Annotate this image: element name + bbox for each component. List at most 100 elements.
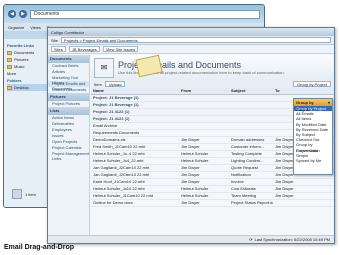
table-row[interactable]: Outline for Demo.docx Jim Dwyer Project St…	[91, 200, 334, 207]
sync-icon: ⟳	[249, 237, 253, 242]
cell-subject: Quote Request	[231, 165, 258, 170]
table-row[interactable]: Helmut Schuler_Jo10 22.mht Helmut Schuler…	[91, 186, 334, 193]
fav-label: Pictures	[14, 57, 29, 62]
cell-from: Jim Dwyer	[181, 179, 200, 184]
cell-from: Helmut Schuler	[181, 158, 209, 163]
fav-label: More	[7, 71, 17, 76]
cell-name: Helmut Schuler_Jo4_22.mht	[93, 158, 144, 163]
chevron-down-icon: ▾	[327, 100, 330, 105]
back-icon[interactable]: ◀	[8, 10, 16, 18]
favorite-links-header: Favorite Links	[7, 43, 35, 48]
cell-from	[179, 123, 229, 129]
col-subject[interactable]: Subject	[229, 88, 273, 94]
cell-name: Email Archive	[93, 123, 118, 128]
cell-subject	[229, 102, 273, 108]
app-title: Colligo Contributor	[51, 29, 85, 35]
cell-to: Jim Dwyer	[275, 186, 294, 191]
site-select[interactable]: JB Beverages	[68, 46, 100, 52]
cell-name: DemoDomains.xls	[93, 137, 126, 142]
explorer-titlebar: ◀ ▶ Documents	[4, 5, 264, 23]
col-name[interactable]: Name	[91, 88, 179, 94]
cell-name: Helmut Schuler_Jo..4 22.mht	[93, 151, 145, 156]
group-menu-header[interactable]: Group by Project ▾	[294, 99, 332, 112]
library-icon: ✉	[94, 57, 114, 78]
item-label: Item	[94, 81, 102, 87]
fav-more[interactable]: More	[7, 70, 49, 77]
cell-to: Jim Dwyer	[275, 193, 294, 198]
organize-button[interactable]: Organize	[8, 25, 24, 30]
caption: Email Drag-and-Drop	[4, 244, 75, 251]
folder-icon	[7, 50, 12, 55]
table-row[interactable]: Karie Hoof_J1Cam10 22.mht Jim Dwyer Invoic…	[91, 179, 334, 186]
forward-icon[interactable]: ▶	[19, 10, 27, 18]
cell-subject: Invoice	[231, 179, 244, 184]
cell-from: Jim Dwyer	[181, 200, 200, 205]
app-titlebar: Colligo Contributor	[48, 28, 334, 36]
views-button[interactable]: Views	[30, 25, 41, 30]
group-option[interactable]: By Modified Date	[294, 122, 332, 127]
fav-documents[interactable]: Documents	[7, 49, 49, 56]
cell-from: Jim Dwyer	[181, 165, 200, 170]
fav-pictures[interactable]: Pictures	[7, 56, 49, 63]
nav-documents-header: Documents	[48, 55, 89, 63]
nav-project-mgmt-links[interactable]: Project Management Links	[48, 151, 89, 161]
breadcrumb-path[interactable]: Projects > Project Emails and Documents	[60, 37, 331, 43]
navigation-pane: Favorite Links Documents Pictures Music …	[4, 39, 52, 207]
item-count: 1 item	[25, 191, 36, 197]
address-bar[interactable]: Documents	[30, 9, 260, 19]
fav-label: Music	[14, 64, 25, 69]
group-menu-title: Group by Project	[296, 100, 314, 112]
sync-status: Last Synchronization: 6/22/2008 10:49 PM	[254, 237, 330, 242]
cell-name: Jan Gagliardi_J2Cam10 22.mht	[93, 172, 150, 177]
cell-name: Requirements Documents	[93, 130, 140, 135]
view-issues-button[interactable]: View Site Issues	[102, 46, 139, 52]
folder-label: Desktop	[14, 85, 29, 90]
left-nav: Documents Contract Briefs Articles Marke…	[48, 55, 90, 243]
cell-from: Helmut Schuler	[181, 193, 209, 198]
cell-subject	[229, 109, 273, 115]
cell-subject: Project Status Report.docx	[231, 200, 273, 205]
group-by-menu[interactable]: Group by Project ▾ Group by ProjectAll Em…	[293, 98, 333, 175]
cell-from: Helmut Schuler	[181, 151, 209, 156]
cell-name: Helmut Schuler_Jo10 22.mht	[93, 186, 145, 191]
cell-name: Helmut Schuler_J1Cam10 22.mht	[93, 193, 154, 198]
cell-from	[179, 116, 229, 122]
cell-name: Project: J1 Beverage (1)	[93, 102, 139, 107]
fav-music[interactable]: Music	[7, 63, 49, 70]
cell-name: Project: J1 4122 (1)	[93, 109, 130, 114]
cell-subject: Notification	[231, 172, 251, 177]
cell-subject	[229, 130, 273, 136]
fav-label: Documents	[14, 50, 35, 55]
cell-from: Helmut Schuler	[181, 186, 209, 191]
cell-name: Karie Hoof_J1Cam10 22.mht	[93, 179, 145, 184]
group-options: Group by Project All Emails All Items By Mo…	[294, 106, 332, 163]
group-by-select[interactable]: Group by Project	[292, 81, 331, 87]
group-option[interactable]: Synced by Me	[294, 158, 332, 163]
col-to[interactable]: To	[273, 88, 323, 94]
cell-name: Fred Smith_J1Cam10 22.mht	[93, 144, 146, 149]
cell-subject	[229, 95, 273, 101]
folder-icon	[7, 57, 12, 62]
site-label: Site	[51, 37, 58, 43]
upload-select[interactable]: Upload	[104, 81, 126, 87]
cell-from: Jim Dwyer	[181, 172, 200, 177]
cell-subject: Domain addresses	[231, 137, 265, 142]
table-row[interactable]: Helmut Schuler_J1Cam10 22.mht Helmut Schu…	[91, 193, 334, 200]
cell-subject: Lighting Confirm...	[231, 158, 264, 163]
sites-button[interactable]: Sites	[51, 46, 66, 52]
cell-subject	[229, 116, 273, 122]
cell-subject: Team Meeting	[231, 193, 257, 198]
folder-desktop[interactable]: Desktop	[7, 84, 49, 91]
folder-icon	[7, 85, 12, 90]
breadcrumb: Site Projects > Project Emails and Docume…	[48, 36, 334, 45]
app-toolbar: Sites JB Beverages View Site Issues	[48, 45, 334, 54]
item-count-tile: 1 item	[12, 187, 50, 201]
cell-name: Jan Gagliardi_J2Cam10 22.mht	[93, 165, 150, 170]
col-from[interactable]: From	[179, 88, 229, 94]
folders-header[interactable]: Folders	[7, 77, 49, 84]
nav-pictures-header: Pictures	[48, 93, 89, 101]
cell-from: Jim Dwyer	[181, 137, 200, 142]
status-bar: ⟳ Last Synchronization: 6/22/2008 10:49 P…	[48, 235, 334, 243]
cell-from: Jim Dwyer	[181, 144, 200, 149]
cell-name: Project: J1 Beverage (1)	[93, 95, 139, 100]
